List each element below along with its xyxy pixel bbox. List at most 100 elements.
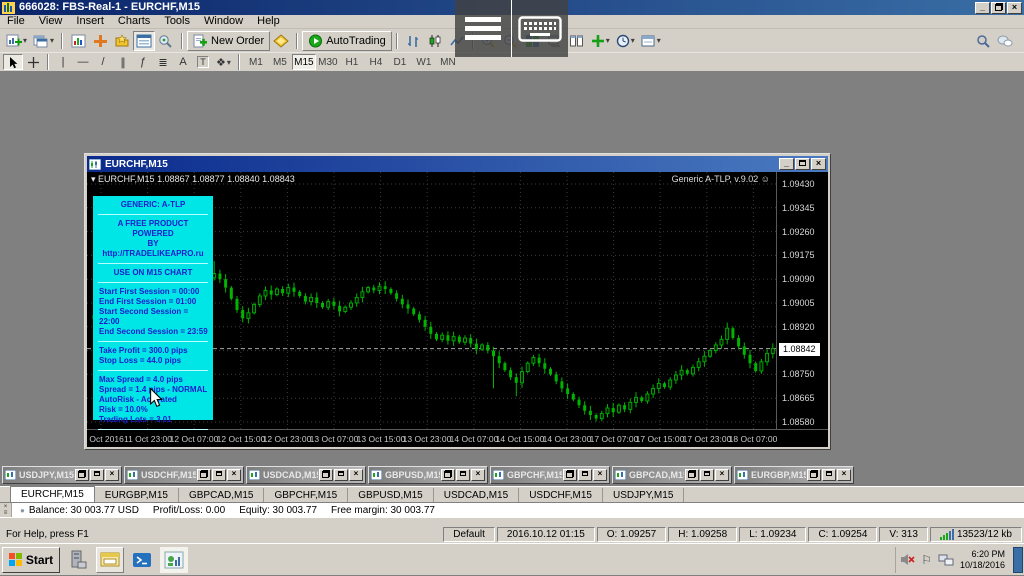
minimized-window-eurgbp[interactable]: EURGBP,M15× <box>734 466 854 484</box>
shapes-tool-button[interactable]: ❖ ▾ <box>213 54 234 70</box>
time-scale[interactable]: 11 Oct 201611 Oct 23:0012 Oct 07:0012 Oc… <box>87 429 828 447</box>
close-button[interactable]: × <box>837 469 851 481</box>
timeframe-m15[interactable]: M15 <box>292 54 316 70</box>
chart-window-title-bar[interactable]: EURCHF,M15 _ × <box>87 156 828 172</box>
vertical-line-tool-button[interactable]: | <box>53 54 73 70</box>
symbol-dropdown-icon[interactable]: ▾ <box>91 174 96 184</box>
timeframe-m30[interactable]: M30 <box>316 54 340 70</box>
text-label-tool-button[interactable]: T <box>193 54 213 70</box>
minimized-window-gbpchf[interactable]: GBPCHF,M15× <box>490 466 610 484</box>
tab-usdchf[interactable]: USDCHF,M15 <box>519 488 603 502</box>
chart-minimize-button[interactable]: _ <box>779 158 794 170</box>
data-window-button[interactable] <box>89 31 111 51</box>
horizontal-line-tool-button[interactable]: — <box>73 54 93 70</box>
channel-tool-button[interactable]: ∥ <box>113 54 133 70</box>
price-scale[interactable]: 1.094301.093451.092601.091751.090901.090… <box>776 172 828 429</box>
terminal-button[interactable] <box>133 31 155 51</box>
metatrader-shortcut[interactable] <box>160 547 188 573</box>
terminal-panel-grip[interactable]: ×≡ <box>0 503 12 517</box>
chart-close-button[interactable]: × <box>811 158 826 170</box>
close-button[interactable]: × <box>349 469 363 481</box>
network-status-icon[interactable] <box>938 553 954 566</box>
chart-maximize-button[interactable] <box>795 158 810 170</box>
timeframe-m5[interactable]: M5 <box>268 54 292 70</box>
close-button[interactable]: × <box>471 469 485 481</box>
tab-gbpcad[interactable]: GBPCAD,M15 <box>179 488 264 502</box>
file-explorer-shortcut[interactable] <box>96 547 124 573</box>
arrows-tool-button[interactable]: ≣ <box>153 54 173 70</box>
taskbar-clock[interactable]: 6:20 PM 10/18/2016 <box>960 549 1005 571</box>
connection-status[interactable]: 13523/12 kb <box>930 527 1022 542</box>
minimized-window-gbpcad[interactable]: GBPCAD,M15× <box>612 466 732 484</box>
trendline-tool-button[interactable]: / <box>93 54 113 70</box>
restore-button[interactable] <box>563 469 577 481</box>
autotrading-button[interactable]: AutoTrading <box>302 31 392 51</box>
maximize-button[interactable] <box>700 469 714 481</box>
strategy-tester-button[interactable] <box>155 31 177 51</box>
notification-flag-icon[interactable]: ⚐ <box>921 553 932 567</box>
text-tool-button[interactable]: A <box>173 54 193 70</box>
new-order-button[interactable]: New Order <box>187 31 270 51</box>
tab-gbpchf[interactable]: GBPCHF,M15 <box>264 488 348 502</box>
powershell-shortcut[interactable] <box>128 547 156 573</box>
timeframe-d1[interactable]: D1 <box>388 54 412 70</box>
periods-button[interactable]: ▾ <box>613 31 638 51</box>
show-desktop-strip[interactable] <box>1013 547 1023 573</box>
market-watch-button[interactable] <box>67 31 89 51</box>
minimized-window-usdcad[interactable]: USDCAD,M15× <box>246 466 366 484</box>
maximize-button[interactable] <box>212 469 226 481</box>
overlay-menu-cell[interactable] <box>455 0 511 57</box>
menu-charts[interactable]: Charts <box>111 15 157 28</box>
tab-eurchf[interactable]: EURCHF,M15 <box>10 486 95 502</box>
restore-button[interactable] <box>807 469 821 481</box>
menu-tools[interactable]: Tools <box>157 15 197 28</box>
tile-vertical-button[interactable] <box>566 31 588 51</box>
timeframe-h1[interactable]: H1 <box>340 54 364 70</box>
terminal-menu-icon[interactable]: ≡ <box>4 510 8 516</box>
menu-help[interactable]: Help <box>250 15 287 28</box>
restore-button[interactable] <box>197 469 211 481</box>
close-button[interactable]: × <box>227 469 241 481</box>
chart-canvas[interactable]: ▾ EURCHF,M15 1.08867 1.08877 1.08840 1.0… <box>87 172 828 447</box>
volume-muted-icon[interactable] <box>900 553 915 566</box>
tab-usdcad[interactable]: USDCAD,M15 <box>434 488 519 502</box>
indicators-button[interactable]: ▾ <box>588 31 613 51</box>
start-button[interactable]: Start <box>2 547 60 573</box>
menu-insert[interactable]: Insert <box>69 15 111 28</box>
restore-button[interactable] <box>319 469 333 481</box>
overlay-keyboard-cell[interactable] <box>512 0 568 57</box>
maximize-button[interactable] <box>578 469 592 481</box>
close-button[interactable]: × <box>1007 2 1022 14</box>
restore-button[interactable] <box>991 2 1006 14</box>
profiles-button[interactable]: ▾ <box>30 31 57 51</box>
cursor-tool-button[interactable] <box>3 54 23 70</box>
restore-button[interactable] <box>75 469 89 481</box>
metaeditor-button[interactable] <box>270 31 292 51</box>
timeframe-m1[interactable]: M1 <box>244 54 268 70</box>
search-button[interactable] <box>972 31 994 51</box>
bar-chart-mode-button[interactable] <box>402 31 424 51</box>
close-button[interactable]: × <box>105 469 119 481</box>
fibonacci-tool-button[interactable]: ƒ <box>133 54 153 70</box>
timeframe-h4[interactable]: H4 <box>364 54 388 70</box>
chat-button[interactable] <box>994 31 1016 51</box>
tab-usdjpy[interactable]: USDJPY,M15 <box>603 488 684 502</box>
navigator-button[interactable] <box>111 31 133 51</box>
server-manager-shortcut[interactable] <box>64 547 92 573</box>
maximize-button[interactable] <box>90 469 104 481</box>
restore-button[interactable] <box>441 469 455 481</box>
templates-button[interactable]: ▾ <box>638 31 664 51</box>
minimized-window-usdjpy[interactable]: USDJPY,M15× <box>2 466 122 484</box>
crosshair-tool-button[interactable] <box>23 54 43 70</box>
menu-view[interactable]: View <box>32 15 70 28</box>
menu-window[interactable]: Window <box>197 15 250 28</box>
minimized-window-usdchf[interactable]: USDCHF,M15× <box>124 466 244 484</box>
new-chart-button[interactable]: ▾ <box>3 31 30 51</box>
maximize-button[interactable] <box>334 469 348 481</box>
close-button[interactable]: × <box>593 469 607 481</box>
candlestick-mode-button[interactable] <box>424 31 446 51</box>
tab-gbpusd[interactable]: GBPUSD,M15 <box>348 488 433 502</box>
menu-file[interactable]: File <box>0 15 32 28</box>
close-button[interactable]: × <box>715 469 729 481</box>
minimized-window-gbpusd[interactable]: GBPUSD,M15× <box>368 466 488 484</box>
